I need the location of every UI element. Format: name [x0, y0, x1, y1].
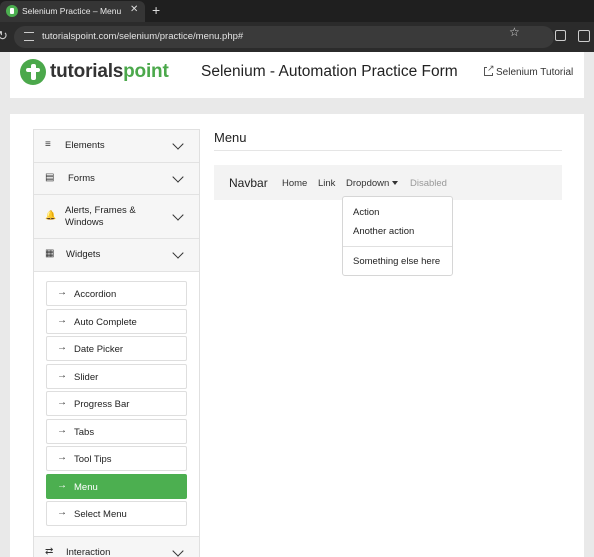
- site-info-icon[interactable]: [24, 32, 34, 41]
- navbar-brand[interactable]: Navbar: [229, 176, 268, 190]
- widget-item-menu[interactable]: → Menu: [46, 474, 187, 499]
- dropdown-item-another-action[interactable]: Another action: [353, 226, 414, 237]
- bell-icon: 🔔: [45, 210, 57, 220]
- arrow-right-icon: →: [57, 425, 67, 436]
- dropdown-label: Dropdown: [346, 178, 390, 189]
- widget-item-date-picker[interactable]: → Date Picker: [46, 336, 187, 361]
- sidebar-item-label: Elements: [65, 140, 105, 151]
- star-icon[interactable]: ☆: [509, 25, 520, 39]
- widget-item-auto-complete[interactable]: → Auto Complete: [46, 309, 187, 334]
- widget-item-label: Menu: [74, 482, 98, 493]
- sidebar-item-forms[interactable]: ▤ Forms: [34, 163, 199, 195]
- reload-icon[interactable]: ↻: [0, 28, 8, 44]
- external-link-icon: [484, 63, 495, 76]
- widget-item-accordion[interactable]: → Accordion: [46, 281, 187, 306]
- arrow-right-icon: →: [57, 342, 67, 353]
- tutorial-link-label: Selenium Tutorial: [496, 67, 574, 78]
- nav-link-link[interactable]: Link: [318, 178, 335, 189]
- browser-tabbar: Selenium Practice – Menu ✕ +: [0, 0, 594, 22]
- widget-item-label: Accordion: [74, 289, 117, 300]
- arrow-right-icon: →: [57, 507, 67, 518]
- sidebar-accordion: ≡ Elements ▤ Forms 🔔 Alerts, Frames & Wi…: [33, 129, 200, 557]
- new-tab-icon[interactable]: +: [152, 2, 160, 18]
- url-text[interactable]: tutorialspoint.com/selenium/practice/men…: [42, 31, 243, 42]
- widget-item-tool-tips[interactable]: → Tool Tips: [46, 446, 187, 471]
- arrow-right-icon: →: [57, 287, 67, 298]
- widget-item-label: Auto Complete: [74, 317, 137, 328]
- sidebar-item-label: Alerts, Frames & Windows: [65, 205, 136, 228]
- page-title: Selenium - Automation Practice Form: [201, 63, 458, 80]
- content-title: Menu: [214, 130, 247, 145]
- chevron-down-icon: [172, 171, 184, 183]
- nav-link-disabled: Disabled: [410, 178, 447, 189]
- site-header: tutorialspoint Selenium - Automation Pra…: [10, 52, 584, 98]
- sidebar-item-label: Forms: [68, 173, 95, 184]
- arrow-right-icon: →: [57, 452, 67, 463]
- widget-item-select-menu[interactable]: → Select Menu: [46, 501, 187, 526]
- caret-down-icon: [392, 181, 399, 185]
- browser-toolbar: ↻ tutorialspoint.com/selenium/practice/m…: [0, 22, 594, 52]
- nav-dropdown-toggle[interactable]: Dropdown: [346, 178, 399, 189]
- arrow-right-icon: →: [57, 397, 67, 408]
- widgets-icon: ▦: [45, 248, 55, 259]
- widget-item-label: Select Menu: [74, 509, 127, 520]
- chevron-down-icon: [172, 247, 184, 259]
- sidebar-item-label: Interaction: [66, 547, 111, 557]
- main-card: ≡ Elements ▤ Forms 🔔 Alerts, Frames & Wi…: [10, 114, 584, 557]
- sidebar-item-alerts[interactable]: 🔔 Alerts, Frames & Windows: [34, 195, 199, 239]
- dropdown-item-action[interactable]: Action: [353, 207, 379, 218]
- form-icon: ▤: [45, 172, 55, 183]
- divider: [214, 150, 562, 151]
- side-panel-icon[interactable]: [578, 30, 590, 42]
- arrow-right-icon: →: [57, 315, 67, 326]
- chevron-down-icon: [172, 138, 184, 150]
- logo-icon[interactable]: [20, 59, 46, 85]
- widget-item-slider[interactable]: → Slider: [46, 364, 187, 389]
- arrow-right-icon: →: [57, 480, 67, 491]
- widget-item-label: Slider: [74, 372, 99, 383]
- sidebar-item-interaction[interactable]: ⇄ Interaction: [34, 536, 199, 557]
- demo-navbar: Navbar Home Link Dropdown Disabled: [214, 165, 562, 200]
- favicon-icon: [6, 5, 18, 17]
- sidebar-item-label: Widgets: [66, 249, 101, 260]
- widget-item-progress-bar[interactable]: → Progress Bar: [46, 391, 187, 416]
- menu-lines-icon: ≡: [45, 139, 51, 150]
- logo-accent: point: [123, 61, 169, 82]
- sidebar-item-elements[interactable]: ≡ Elements: [34, 130, 199, 163]
- dropdown-item-something-else[interactable]: Something else here: [353, 256, 440, 267]
- logo-text[interactable]: tutorialspoint: [50, 61, 169, 83]
- arrow-right-icon: →: [57, 370, 67, 381]
- tab-title: Selenium Practice – Menu: [22, 6, 122, 16]
- widget-item-tabs[interactable]: → Tabs: [46, 419, 187, 444]
- interaction-icon: ⇄: [45, 546, 54, 557]
- address-bar[interactable]: tutorialspoint.com/selenium/practice/men…: [14, 26, 554, 48]
- nav-link-home[interactable]: Home: [282, 178, 307, 189]
- widget-item-label: Tabs: [74, 427, 95, 438]
- tab-close-icon[interactable]: ✕: [130, 4, 138, 15]
- chevron-down-icon: [172, 209, 184, 221]
- extensions-icon[interactable]: [555, 30, 566, 41]
- selenium-tutorial-link[interactable]: Selenium Tutorial: [484, 63, 574, 78]
- widget-item-label: Date Picker: [74, 344, 124, 355]
- dropdown-menu: Action Another action Something else her…: [342, 196, 453, 276]
- widget-item-label: Progress Bar: [74, 399, 130, 410]
- sidebar-item-widgets[interactable]: ▦ Widgets: [34, 239, 199, 272]
- browser-tab[interactable]: Selenium Practice – Menu ✕: [0, 1, 145, 22]
- logo-main: tutorials: [50, 61, 124, 82]
- chevron-down-icon: [172, 545, 184, 557]
- widget-item-label: Tool Tips: [74, 454, 112, 465]
- dropdown-divider: [343, 246, 452, 247]
